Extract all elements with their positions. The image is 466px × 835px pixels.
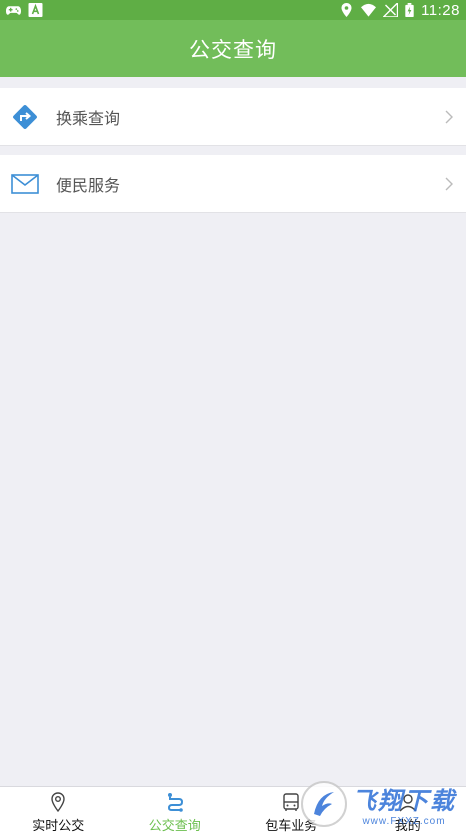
menu-item-label: 便民服务 xyxy=(56,175,121,195)
chevron-right-icon xyxy=(445,110,453,123)
tab-bus-query[interactable]: 公交查询 xyxy=(117,787,234,835)
tab-realtime-bus[interactable]: 实时公交 xyxy=(0,787,117,835)
location-pin-icon xyxy=(51,792,65,813)
status-bar: 11:28 xyxy=(0,0,466,20)
menu-item-convenience-service[interactable]: 便民服务 xyxy=(0,155,466,213)
watermark-subtitle: www.FXXZ.com xyxy=(362,816,446,827)
location-icon xyxy=(341,3,352,17)
status-left xyxy=(6,3,43,17)
app-header: 公交查询 xyxy=(0,20,466,77)
status-right: 11:28 xyxy=(339,2,460,19)
watermark-text: 飞翔下载 www.FXXZ.com xyxy=(352,781,456,827)
no-signal-icon xyxy=(383,3,399,17)
menu-item-label: 换乘查询 xyxy=(56,108,121,128)
bus-icon xyxy=(283,793,299,811)
tab-label: 实时公交 xyxy=(32,819,85,834)
transfer-route-icon xyxy=(11,103,39,131)
wifi-icon xyxy=(361,3,377,17)
gamepad-icon xyxy=(6,6,21,15)
watermark-title: 飞翔下载 xyxy=(352,787,456,815)
watermark-logo: 飞翔下载 www.FXXZ.com xyxy=(300,776,460,832)
status-time: 11:28 xyxy=(421,1,460,19)
battery-icon xyxy=(405,3,414,17)
font-a-icon xyxy=(28,3,43,17)
tab-label: 公交查询 xyxy=(148,819,201,834)
page-title: 公交查询 xyxy=(189,37,277,62)
mail-icon xyxy=(11,170,39,198)
menu-item-transfer-query[interactable]: 换乘查询 xyxy=(0,88,466,146)
chevron-right-icon xyxy=(445,177,453,190)
watermark-badge-icon xyxy=(301,781,347,827)
route-icon xyxy=(167,793,183,812)
